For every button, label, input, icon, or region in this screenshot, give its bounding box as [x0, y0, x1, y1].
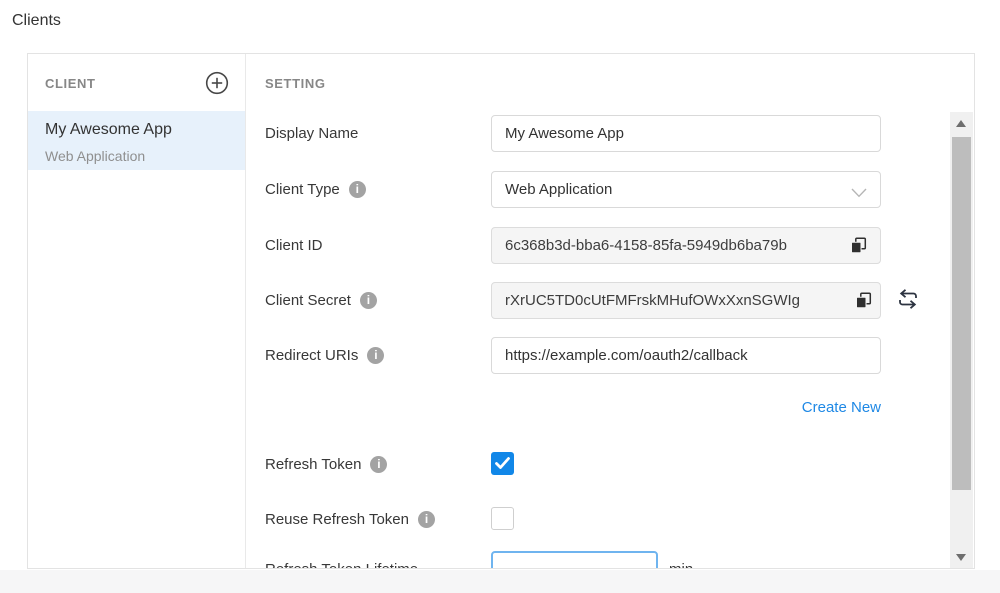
copy-client-secret-button[interactable] — [855, 292, 872, 309]
reuse-refresh-token-label: Reuse Refresh Token i — [265, 507, 435, 531]
client-secret-row: Client Secret i rXrUC5TD0cUtFMFrskMHufOW… — [265, 282, 974, 319]
info-icon[interactable]: i — [349, 181, 366, 198]
redirect-uris-label: Redirect URIs i — [265, 337, 384, 374]
reuse-refresh-token-row: Reuse Refresh Token i — [265, 507, 974, 531]
client-list-header: CLIENT — [28, 54, 245, 111]
info-icon[interactable]: i — [367, 347, 384, 364]
client-id-value: 6c368b3d-bba6-4158-85fa-5949db6ba79b — [505, 228, 876, 263]
triangle-down-icon — [956, 554, 966, 561]
scrollbar-thumb[interactable] — [952, 137, 971, 490]
client-list-item[interactable]: My Awesome App Web Application — [28, 111, 245, 170]
client-secret-value: rXrUC5TD0cUtFMFrskMHufOWxXxnSGWIg — [505, 283, 876, 318]
client-type-subtitle: Web Application — [45, 148, 145, 164]
client-list-sidebar: CLIENT My Awesome App Web Application — [28, 54, 246, 568]
client-type-select[interactable]: Web Application — [491, 171, 881, 208]
clients-panel: CLIENT My Awesome App Web Application SE… — [27, 53, 975, 569]
page-background-strip — [0, 570, 1000, 593]
info-icon[interactable]: i — [418, 511, 435, 528]
refresh-token-row: Refresh Token i — [265, 452, 974, 476]
triangle-up-icon — [956, 120, 966, 127]
regenerate-icon — [895, 300, 921, 315]
redirect-uris-row: Redirect URIs i — [265, 337, 974, 374]
create-new-link[interactable]: Create New — [265, 399, 881, 416]
client-id-field: 6c368b3d-bba6-4158-85fa-5949db6ba79b — [491, 227, 881, 264]
refresh-token-lifetime-input[interactable] — [491, 551, 658, 569]
client-secret-label: Client Secret i — [265, 282, 377, 319]
client-list-header-label: CLIENT — [45, 76, 96, 91]
client-secret-field: rXrUC5TD0cUtFMFrskMHufOWxXxnSGWIg — [491, 282, 881, 319]
regenerate-secret-button[interactable] — [895, 286, 921, 312]
refresh-token-lifetime-row: Refresh Token Lifetime min — [265, 551, 974, 569]
client-id-row: Client ID 6c368b3d-bba6-4158-85fa-5949db… — [265, 227, 974, 264]
info-icon[interactable]: i — [370, 456, 387, 473]
scrollbar-track[interactable] — [950, 112, 973, 568]
display-name-input[interactable] — [491, 115, 881, 152]
reuse-refresh-token-checkbox[interactable] — [491, 507, 514, 530]
client-type-selected-value: Web Application — [505, 172, 612, 207]
scroll-down-button[interactable] — [950, 546, 973, 568]
display-name-row: Display Name — [265, 115, 974, 152]
settings-pane: SETTING Display Name Client Type i Web A… — [247, 54, 974, 568]
info-icon[interactable]: i — [360, 292, 377, 309]
page-title: Clients — [12, 12, 61, 30]
client-id-label: Client ID — [265, 227, 323, 264]
chevron-down-icon — [851, 185, 867, 202]
display-name-label: Display Name — [265, 115, 358, 152]
refresh-token-label: Refresh Token i — [265, 452, 387, 476]
minutes-unit-label: min — [669, 551, 693, 569]
refresh-token-checkbox[interactable] — [491, 452, 514, 475]
copy-client-id-button[interactable] — [850, 237, 867, 254]
plus-circle-icon — [205, 83, 229, 98]
client-name: My Awesome App — [45, 121, 172, 139]
redirect-uri-input[interactable] — [491, 337, 881, 374]
settings-header: SETTING — [265, 76, 326, 91]
scroll-up-button[interactable] — [950, 112, 973, 134]
refresh-token-lifetime-label: Refresh Token Lifetime — [265, 551, 418, 569]
add-client-button[interactable] — [205, 71, 229, 95]
checkmark-icon — [491, 462, 514, 479]
client-type-row: Client Type i Web Application — [265, 171, 974, 208]
client-type-label: Client Type i — [265, 171, 366, 208]
